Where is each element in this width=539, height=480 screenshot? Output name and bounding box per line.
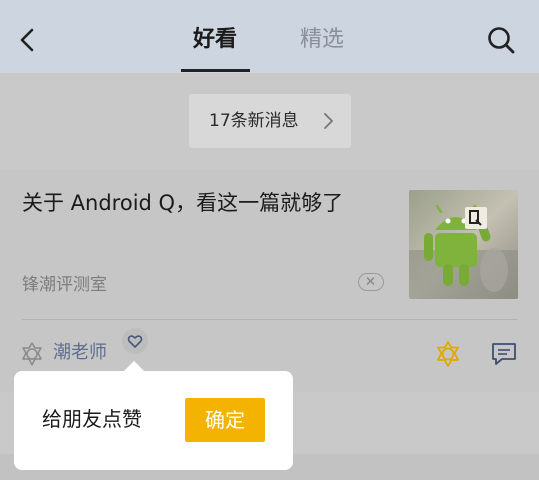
article-card[interactable]: 关于 Android Q，看这一篇就够了 锋潮评测室 潮老师 (0, 169, 539, 392)
dismiss-button[interactable] (358, 273, 384, 291)
chevron-right-icon (324, 113, 333, 129)
article-source: 锋潮评测室 (22, 275, 107, 295)
close-icon (366, 277, 375, 285)
top-navigation-bar: 好看 精选 (0, 0, 539, 73)
tab-jingxuan[interactable]: 精选 (300, 25, 344, 55)
active-tab-indicator (181, 69, 250, 72)
like-friend-popup: 给朋友点赞 确定 (14, 371, 293, 470)
like-badge-icon[interactable] (434, 340, 462, 368)
author-badge-icon (22, 342, 42, 366)
new-messages-label: 17条新消息 (209, 111, 299, 131)
author-name[interactable]: 潮老师 (53, 339, 107, 367)
popup-message: 给朋友点赞 (42, 407, 142, 431)
heart-icon[interactable] (121, 327, 149, 355)
new-messages-button[interactable]: 17条新消息 (189, 94, 351, 148)
article-thumbnail[interactable] (409, 190, 518, 299)
comment-icon[interactable] (490, 341, 518, 367)
back-arrow-icon[interactable] (14, 24, 42, 56)
card-divider (22, 319, 518, 320)
android-figure-image (409, 190, 518, 299)
confirm-button[interactable]: 确定 (185, 398, 265, 442)
article-title[interactable]: 关于 Android Q，看这一篇就够了 (22, 187, 392, 219)
search-icon[interactable] (486, 25, 516, 55)
tab-haokan[interactable]: 好看 (193, 25, 237, 55)
